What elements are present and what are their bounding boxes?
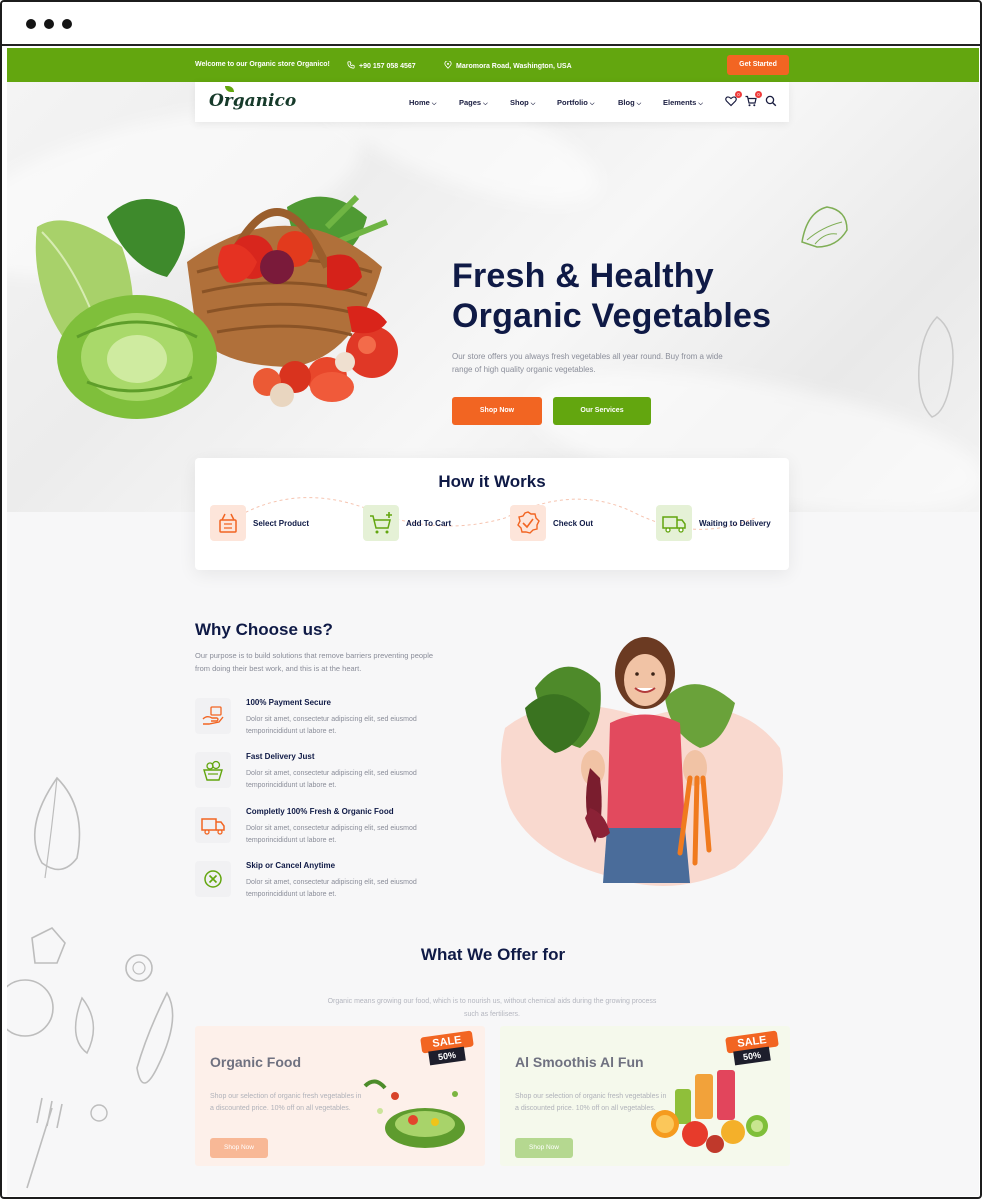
- checkout-badge-icon: [510, 505, 546, 541]
- main-navbar: Organico Home ⌵ Pages ⌵ Shop ⌵ Portfolio ⌵ B…: [195, 82, 789, 122]
- location-pin-icon: [444, 61, 452, 69]
- hero-title-line1: Fresh & Healthy: [452, 257, 714, 295]
- site-logo[interactable]: Organico: [209, 86, 297, 111]
- step-waiting-to-delivery: Waiting to Delivery: [656, 505, 786, 541]
- fresh-food-basket-icon: [195, 752, 231, 788]
- secure-payment-icon: [195, 698, 231, 734]
- chevron-down-icon: ⌵: [636, 101, 642, 107]
- cancel-icon: [195, 861, 231, 897]
- step-check-out: Check Out: [510, 505, 630, 541]
- window-dot-icon[interactable]: [26, 19, 36, 29]
- sale-badge: SALE 50%: [417, 1030, 475, 1070]
- feature-item: Completly 100% Fresh & Organic Food Dolo…: [195, 807, 495, 857]
- logo-text: Organico: [209, 91, 297, 111]
- salad-image: [363, 1079, 465, 1148]
- chevron-down-icon: ⌵: [698, 101, 703, 107]
- cart-count-badge: 0: [755, 91, 762, 98]
- step-label: Select Product: [253, 519, 310, 528]
- cart-icon[interactable]: 0: [745, 91, 762, 107]
- hero-title: Fresh & Healthy Organic Vegetables: [452, 256, 771, 336]
- offer-card-organic-food[interactable]: Organic Food Shop our selection of organ…: [195, 1026, 485, 1166]
- why-choose-us-description: Our purpose is to build solutions that r…: [195, 651, 434, 673]
- feature-item: Skip or Cancel Anytime Dolor sit amet, c…: [195, 861, 495, 911]
- hero-title-line2: Organic Vegetables: [452, 297, 772, 335]
- nav-label: Elements: [663, 98, 697, 107]
- why-choose-us-title: Why Choose us?: [195, 620, 333, 639]
- chevron-down-icon: ⌵: [589, 101, 595, 107]
- offer-shop-now-button[interactable]: Shop Now: [210, 1138, 268, 1158]
- welcome-text: Welcome to our Organic store Organico!: [195, 61, 330, 68]
- woman-with-vegetables-image: [501, 637, 783, 886]
- vegetable-basket-image: [35, 194, 398, 419]
- hero-section: Fresh & Healthy Organic Vegetables Our s…: [7, 82, 979, 512]
- heart-icon[interactable]: 0: [725, 91, 742, 107]
- nav-item-blog[interactable]: Blog ⌵: [618, 98, 641, 108]
- step-label: Add To Cart: [406, 519, 452, 528]
- phone-text: +90 157 058 4567: [359, 63, 416, 70]
- feature-title: Skip or Cancel Anytime: [246, 861, 336, 870]
- search-icon[interactable]: [765, 95, 777, 107]
- nav-label: Portfolio: [557, 98, 588, 107]
- offer-card-title: Organic Food: [210, 1054, 301, 1070]
- phone-icon: [347, 61, 355, 69]
- nav-item-pages[interactable]: Pages ⌵: [459, 98, 488, 108]
- chevron-down-icon: ⌵: [431, 101, 437, 107]
- offer-card-description: Shop our selection of organic fresh vege…: [210, 1093, 362, 1112]
- address-info: Maromora Road, Washington, USA: [444, 61, 572, 70]
- offer-card-title: Al Smoothis Al Fun: [515, 1054, 644, 1070]
- feature-title: 100% Payment Secure: [246, 698, 331, 707]
- window-dot-icon[interactable]: [44, 19, 54, 29]
- shop-now-button[interactable]: Shop Now: [452, 397, 542, 425]
- nav-label: Blog: [618, 98, 635, 107]
- window-dot-icon[interactable]: [62, 19, 72, 29]
- chevron-down-icon: ⌵: [530, 101, 536, 107]
- how-it-works-card: How it Works Select Product Add To Cart: [195, 458, 789, 570]
- smoothies-fruits-image: [651, 1070, 768, 1153]
- feature-title: Fast Delivery Just: [246, 752, 315, 761]
- basket-icon: [210, 505, 246, 541]
- lettuce-sketch-icon: [801, 206, 848, 248]
- feature-description: Dolor sit amet, consectetur adipiscing e…: [246, 879, 417, 898]
- window-titlebar: [2, 2, 980, 46]
- browser-window: Welcome to our Organic store Organico! +…: [0, 0, 982, 1199]
- step-label: Check Out: [553, 519, 594, 528]
- feature-title: Completly 100% Fresh & Organic Food: [246, 807, 394, 816]
- feature-item: Fast Delivery Just Dolor sit amet, conse…: [195, 752, 495, 802]
- feature-description: Dolor sit amet, consectetur adipiscing e…: [246, 770, 417, 789]
- nav-item-home[interactable]: Home ⌵: [409, 98, 436, 108]
- delivery-truck-icon: [656, 505, 692, 541]
- page-viewport: Welcome to our Organic store Organico! +…: [7, 48, 979, 1196]
- step-select-product: Select Product: [210, 505, 340, 541]
- offer-shop-now-button[interactable]: Shop Now: [515, 1138, 573, 1158]
- chevron-down-icon: ⌵: [483, 101, 488, 107]
- phone-info[interactable]: +90 157 058 4567: [347, 61, 416, 70]
- nav-label: Home: [409, 98, 430, 107]
- food-sketch-decoration: [7, 776, 174, 1189]
- wishlist-count-badge: 0: [735, 91, 742, 98]
- top-bar: Welcome to our Organic store Organico! +…: [7, 48, 979, 82]
- step-add-to-cart: Add To Cart: [363, 505, 483, 541]
- nav-item-portfolio[interactable]: Portfolio ⌵: [557, 98, 594, 108]
- what-we-offer-title: What We Offer for: [420, 945, 566, 964]
- get-started-button[interactable]: Get Started: [727, 55, 789, 75]
- nav-label: Shop: [510, 98, 529, 107]
- nav-item-elements[interactable]: Elements ⌵: [663, 98, 703, 108]
- offer-card-smoothies[interactable]: Al Smoothis Al Fun Shop our selection of…: [500, 1026, 790, 1166]
- add-to-cart-icon: [363, 505, 399, 541]
- vegetable-sketch-icon: [918, 316, 954, 418]
- step-label: Waiting to Delivery: [699, 519, 771, 528]
- delivery-truck-icon: [195, 807, 231, 843]
- address-text: Maromora Road, Washington, USA: [456, 63, 572, 70]
- nav-item-shop[interactable]: Shop ⌵: [510, 98, 535, 108]
- our-services-button[interactable]: Our Services: [553, 397, 651, 425]
- feature-item: 100% Payment Secure Dolor sit amet, cons…: [195, 698, 495, 748]
- feature-description: Dolor sit amet, consectetur adipiscing e…: [246, 825, 417, 844]
- hero-description: Our store offers you always fresh vegeta…: [452, 352, 723, 374]
- feature-description: Dolor sit amet, consectetur adipiscing e…: [246, 716, 417, 735]
- nav-label: Pages: [459, 98, 482, 107]
- what-we-offer-description: Organic means growing our food, which is…: [327, 998, 657, 1018]
